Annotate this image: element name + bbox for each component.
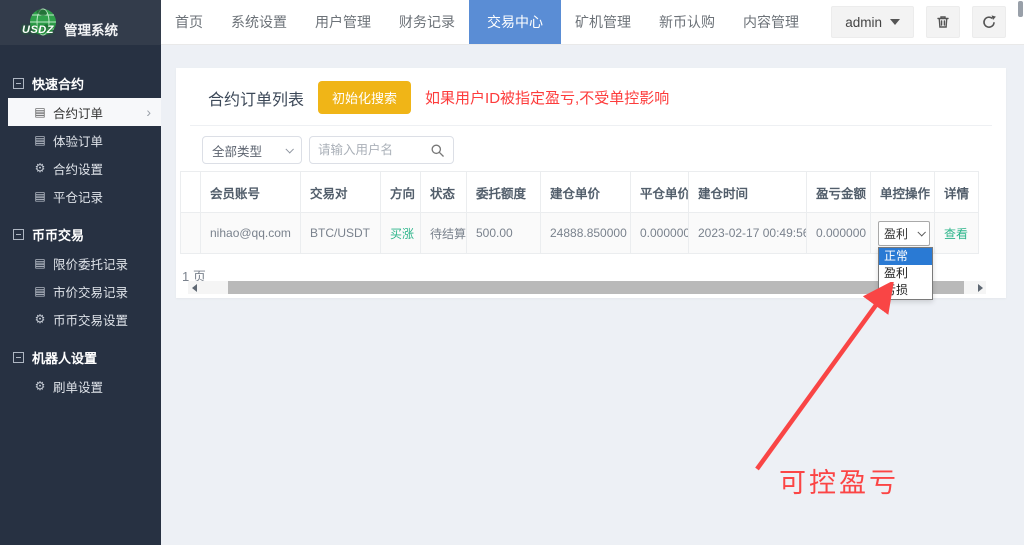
view-detail-link[interactable]: 查看 — [944, 227, 968, 241]
scroll-right-arrow[interactable] — [974, 281, 986, 294]
nav-trade-center[interactable]: 交易中心 — [469, 0, 561, 44]
cell-detail: 查看 — [935, 213, 979, 254]
control-select[interactable]: 盈利 — [878, 221, 930, 246]
control-dropdown-list: 正常 盈利 亏损 — [878, 247, 933, 300]
cell-open-price: 24888.850000 — [541, 213, 631, 254]
col-detail: 详情 — [935, 172, 979, 213]
collapse-icon — [13, 78, 24, 89]
chevron-right-icon: › — [146, 105, 151, 119]
col-pair: 交易对 — [301, 172, 381, 213]
cell-profit: 0.000000 — [807, 213, 871, 254]
refresh-icon — [981, 14, 997, 30]
col-close-price: 平仓单价 — [631, 172, 689, 213]
refresh-button[interactable] — [972, 6, 1006, 38]
cell-id-partial — [181, 213, 201, 254]
annotation-arrow — [740, 282, 910, 482]
nav-finance-records[interactable]: 财务记录 — [385, 0, 469, 44]
cell-direction: 买涨 — [381, 213, 421, 254]
nav-miner-management[interactable]: 矿机管理 — [561, 0, 645, 44]
vertical-scrollbar-thumb[interactable] — [1018, 1, 1023, 17]
col-open-price: 建仓单价 — [541, 172, 631, 213]
init-search-button[interactable]: 初始化搜索 — [318, 81, 411, 114]
horizontal-scrollbar — [188, 281, 986, 294]
sidebar-item-close-records[interactable]: ▤ 平仓记录 — [0, 182, 161, 210]
list-icon: ▤ — [33, 256, 47, 270]
table-header-row: D 会员账号 交易对 方向 状态 委托额度 建仓单价 平仓单价 建仓时间 盈亏金… — [181, 172, 979, 213]
globe-icon: USDZ — [24, 4, 62, 42]
topbar: 首页 系统设置 用户管理 财务记录 交易中心 矿机管理 新币认购 内容管理 ad… — [161, 0, 1024, 45]
brand-text: USDZ — [22, 24, 54, 36]
col-direction: 方向 — [381, 172, 421, 213]
sidebar-section-robot[interactable]: 机器人设置 — [0, 342, 161, 372]
search-icon[interactable] — [430, 143, 445, 158]
sidebar-item-coin-trade-settings[interactable]: ⚙ 币币交易设置 — [0, 305, 161, 333]
cell-amount: 500.00 — [467, 213, 541, 254]
app-logo: USDZ 管理系统 — [0, 0, 161, 45]
scroll-left-arrow[interactable] — [188, 281, 200, 294]
nav-new-coin[interactable]: 新币认购 — [645, 0, 729, 44]
list-icon: ▤ — [33, 133, 47, 147]
trash-button[interactable] — [926, 6, 960, 38]
top-nav: 首页 系统设置 用户管理 财务记录 交易中心 矿机管理 新币认购 内容管理 — [161, 0, 813, 44]
sidebar-item-contract-orders[interactable]: ▤ 合约订单 › — [8, 98, 161, 126]
col-open-time: 建仓时间 — [689, 172, 807, 213]
col-control: 单控操作 — [871, 172, 935, 213]
col-account: 会员账号 — [201, 172, 301, 213]
caret-down-icon — [890, 19, 900, 25]
sidebar-item-brush-settings[interactable]: ⚙ 刷单设置 — [0, 372, 161, 400]
username-search-input[interactable] — [318, 143, 430, 157]
chevron-down-icon — [285, 145, 293, 153]
gear-icon: ⚙ — [33, 161, 47, 175]
table-row: nihao@qq.com BTC/USDT 买涨 待结算 500.00 2488… — [181, 213, 979, 254]
nav-system-settings[interactable]: 系统设置 — [217, 0, 301, 44]
orders-panel: 合约订单列表 初始化搜索 如果用户ID被指定盈亏,不受单控影响 全部类型 D 会… — [176, 68, 1006, 298]
sidebar-item-trial-orders[interactable]: ▤ 体验订单 — [0, 126, 161, 154]
cell-close-price: 0.000000 — [631, 213, 689, 254]
chevron-down-icon — [917, 228, 925, 236]
col-amount: 委托额度 — [467, 172, 541, 213]
collapse-icon — [13, 229, 24, 240]
admin-menu-button[interactable]: admin — [831, 6, 914, 38]
search-box — [309, 136, 454, 164]
app-title: 管理系统 — [64, 19, 118, 39]
orders-table: D 会员账号 交易对 方向 状态 委托额度 建仓单价 平仓单价 建仓时间 盈亏金… — [180, 171, 1006, 254]
option-loss[interactable]: 亏损 — [879, 282, 932, 299]
sidebar-section-coin-trade[interactable]: 币币交易 — [0, 219, 161, 249]
nav-content-management[interactable]: 内容管理 — [729, 0, 813, 44]
sidebar-item-market-records[interactable]: ▤ 市价交易记录 — [0, 277, 161, 305]
sidebar-item-limit-orders[interactable]: ▤ 限价委托记录 — [0, 249, 161, 277]
collapse-icon — [13, 352, 24, 363]
gear-icon: ⚙ — [33, 312, 47, 326]
cell-account: nihao@qq.com — [201, 213, 301, 254]
type-select[interactable]: 全部类型 — [202, 136, 302, 164]
nav-home[interactable]: 首页 — [161, 0, 217, 44]
gear-icon: ⚙ — [33, 379, 47, 393]
cell-control: 盈利 正常 盈利 亏损 — [871, 213, 935, 254]
scrollbar-thumb[interactable] — [228, 281, 964, 294]
annotation-text: 可控盈亏 — [779, 461, 899, 500]
col-status: 状态 — [421, 172, 467, 213]
col-id-partial: D — [181, 172, 201, 213]
sidebar-item-contract-settings[interactable]: ⚙ 合约设置 — [0, 154, 161, 182]
col-profit: 盈亏金额 — [807, 172, 871, 213]
list-icon: ▤ — [33, 284, 47, 298]
sidebar: USDZ 管理系统 快速合约 ▤ 合约订单 › ▤ 体验订单 ⚙ 合约设置 — [0, 0, 161, 545]
trash-icon — [935, 14, 951, 30]
option-profit[interactable]: 盈利 — [879, 265, 932, 282]
nav-user-management[interactable]: 用户管理 — [301, 0, 385, 44]
list-icon: ▤ — [33, 105, 47, 119]
cell-status: 待结算 — [421, 213, 467, 254]
page-title: 合约订单列表 — [208, 86, 304, 110]
sidebar-nav: 快速合约 ▤ 合约订单 › ▤ 体验订单 ⚙ 合约设置 ▤ 平仓记录 — [0, 45, 161, 400]
list-icon: ▤ — [33, 189, 47, 203]
divider — [190, 125, 992, 126]
notice-text: 如果用户ID被指定盈亏,不受单控影响 — [425, 87, 669, 108]
sidebar-section-quick-contract[interactable]: 快速合约 — [0, 68, 161, 98]
cell-pair: BTC/USDT — [301, 213, 381, 254]
option-normal[interactable]: 正常 — [879, 248, 932, 265]
scrollbar-track[interactable] — [200, 281, 974, 294]
cell-open-time: 2023-02-17 00:49:56 — [689, 213, 807, 254]
